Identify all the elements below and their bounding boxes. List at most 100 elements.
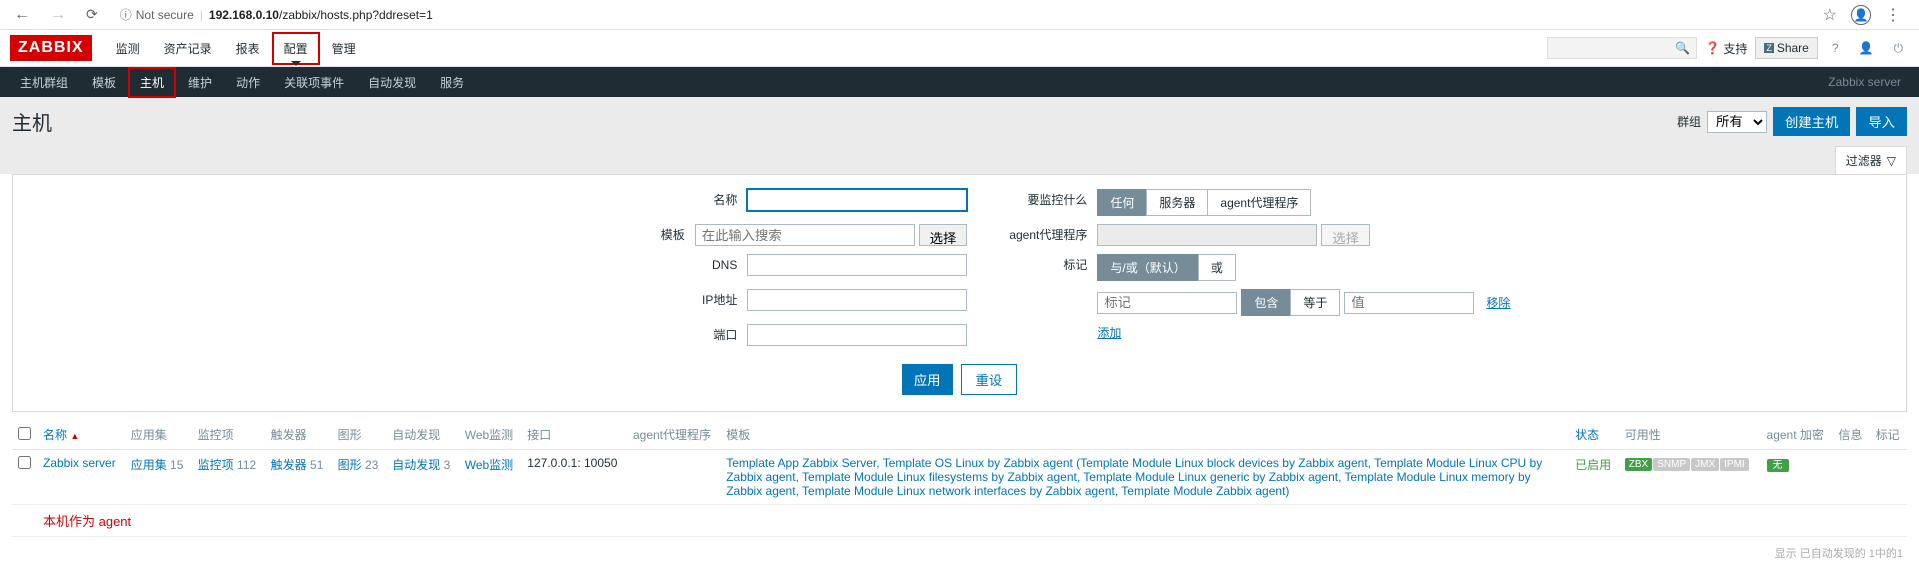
user-icon[interactable]: 👤 xyxy=(1853,41,1880,55)
monitor-any[interactable]: 任何 xyxy=(1097,189,1147,216)
group-label: 群组 xyxy=(1677,113,1701,130)
bookmark-icon[interactable]: ☆ xyxy=(1823,5,1837,25)
tags-segmented: 与/或（默认） 或 xyxy=(1097,254,1235,281)
hosts-table-wrap: 名称 ▲ 应用集 监控项 触发器 图形 自动发现 Web监测 接口 agent代… xyxy=(12,420,1907,537)
avail-ipmi-badge: IPMI xyxy=(1720,458,1749,471)
tag-equals[interactable]: 等于 xyxy=(1290,289,1340,316)
col-graphs: 图形 xyxy=(332,420,387,450)
import-button[interactable]: 导入 xyxy=(1856,107,1907,136)
port-input[interactable] xyxy=(747,324,967,346)
table-row: Zabbix server 应用集 15 监控项 112 触发器 51 图形 2… xyxy=(12,450,1907,505)
proxy-cell xyxy=(627,450,720,505)
templates-cell[interactable]: Template App Zabbix Server, Template OS … xyxy=(726,456,1542,498)
monitor-server[interactable]: 服务器 xyxy=(1146,189,1208,216)
graphs-link[interactable]: 图形 xyxy=(338,458,362,472)
page-title: 主机 xyxy=(12,107,52,136)
nav-reports[interactable]: 报表 xyxy=(224,32,272,65)
nav-configuration[interactable]: 配置 xyxy=(272,32,320,65)
col-status[interactable]: 状态 xyxy=(1569,420,1619,450)
name-label: 名称 xyxy=(687,189,747,211)
subnav-discovery[interactable]: 自动发现 xyxy=(356,67,428,98)
avail-jmx-badge: JMX xyxy=(1691,458,1719,471)
forward-icon[interactable]: → xyxy=(44,6,72,24)
row-checkbox[interactable] xyxy=(18,456,31,469)
web-link[interactable]: Web监测 xyxy=(465,458,513,472)
top-header: ZABBIX 监测 资产记录 报表 配置 管理 🔍 ❓ 支持 ZShare ? … xyxy=(0,30,1919,67)
col-interface: 接口 xyxy=(521,420,627,450)
subnav-maintenance[interactable]: 维护 xyxy=(176,67,224,98)
tag-op-segmented: 包含 等于 xyxy=(1241,289,1340,316)
filter-tab-row: 过滤器 ▽ xyxy=(0,146,1919,174)
global-search[interactable]: 🔍 xyxy=(1547,37,1697,59)
monitor-label: 要监控什么 xyxy=(997,189,1097,211)
tags-andor[interactable]: 与/或（默认） xyxy=(1097,254,1198,281)
apply-button[interactable]: 应用 xyxy=(902,364,953,395)
subnav-hostgroups[interactable]: 主机群组 xyxy=(8,67,80,98)
template-input[interactable] xyxy=(695,224,915,246)
subnav-correlation[interactable]: 关联项事件 xyxy=(272,67,356,98)
profile-icon[interactable]: 👤 xyxy=(1851,5,1871,25)
ip-input[interactable] xyxy=(747,289,967,311)
subnav-services[interactable]: 服务 xyxy=(428,67,476,98)
select-all-checkbox[interactable] xyxy=(18,427,31,440)
sort-asc-icon: ▲ xyxy=(70,431,79,441)
logout-icon[interactable]: ⏻ xyxy=(1888,41,1910,56)
items-link[interactable]: 监控项 xyxy=(198,458,234,472)
search-icon: 🔍 xyxy=(1675,41,1690,55)
discovery-link[interactable]: 自动发现 xyxy=(392,458,440,472)
col-agent-enc: agent 加密 xyxy=(1761,420,1833,450)
interface-cell: 127.0.0.1: 10050 xyxy=(521,450,627,505)
tag-add-link[interactable]: 添加 xyxy=(1097,324,1121,341)
proxy-select-button: 选择 xyxy=(1321,224,1370,246)
browser-bar: ← → ⟳ ⓘ Not secure | 192.168.0.10/zabbix… xyxy=(0,0,1919,30)
nav-monitoring[interactable]: 监测 xyxy=(104,32,152,65)
col-availability: 可用性 xyxy=(1619,420,1761,450)
support-link[interactable]: ❓ 支持 xyxy=(1705,40,1747,57)
host-name-link[interactable]: Zabbix server xyxy=(43,456,116,470)
filter-tab[interactable]: 过滤器 ▽ xyxy=(1835,146,1907,174)
col-tags: 标记 xyxy=(1870,420,1907,450)
logo[interactable]: ZABBIX xyxy=(10,35,92,61)
url-bar[interactable]: ⓘ Not secure | 192.168.0.10/zabbix/hosts… xyxy=(112,6,1815,23)
tags-or[interactable]: 或 xyxy=(1198,254,1236,281)
status-link[interactable]: 已启用 xyxy=(1575,458,1611,472)
col-apps: 应用集 xyxy=(125,420,192,450)
tag-remove-link[interactable]: 移除 xyxy=(1486,294,1510,311)
reload-icon[interactable]: ⟳ xyxy=(80,6,104,23)
tag-contains[interactable]: 包含 xyxy=(1241,289,1291,316)
avail-snmp-badge: SNMP xyxy=(1653,458,1690,471)
browser-menu-icon[interactable]: ⋮ xyxy=(1885,5,1901,25)
help-icon[interactable]: ? xyxy=(1826,41,1845,55)
back-icon[interactable]: ← xyxy=(8,6,36,24)
tag-value-input[interactable] xyxy=(1344,292,1474,314)
availability-cell: ZBXSNMPJMXIPMI xyxy=(1619,450,1761,505)
col-web: Web监测 xyxy=(459,420,522,450)
page-bar: 主机 群组 所有 创建主机 导入 xyxy=(0,97,1919,146)
subnav-hosts[interactable]: 主机 xyxy=(128,67,176,98)
subnav-server-label: Zabbix server xyxy=(1828,75,1911,89)
apps-link[interactable]: 应用集 xyxy=(131,458,167,472)
encryption-badge: 无 xyxy=(1767,459,1789,472)
group-select[interactable]: 所有 xyxy=(1707,111,1767,133)
monitor-segmented: 任何 服务器 agent代理程序 xyxy=(1097,189,1311,216)
tag-name-input[interactable] xyxy=(1097,292,1237,314)
share-button[interactable]: ZShare xyxy=(1755,37,1818,59)
nav-administration[interactable]: 管理 xyxy=(320,32,368,65)
col-items: 监控项 xyxy=(192,420,265,450)
nav-inventory[interactable]: 资产记录 xyxy=(152,32,224,65)
template-select-button[interactable]: 选择 xyxy=(919,224,968,246)
subnav-actions[interactable]: 动作 xyxy=(224,67,272,98)
reset-button[interactable]: 重设 xyxy=(961,364,1018,395)
info-cell xyxy=(1832,450,1869,505)
tags-label: 标记 xyxy=(997,254,1097,276)
col-name[interactable]: 名称 ▲ xyxy=(37,420,125,450)
proxy-label: agent代理程序 xyxy=(997,224,1097,246)
name-input[interactable] xyxy=(747,189,967,211)
monitor-proxy[interactable]: agent代理程序 xyxy=(1207,189,1311,216)
triggers-link[interactable]: 触发器 xyxy=(271,458,307,472)
filter-body: 名称 要监控什么 任何 服务器 agent代理程序 模板 选择 agent代理程… xyxy=(12,174,1907,412)
dns-input[interactable] xyxy=(747,254,967,276)
col-triggers: 触发器 xyxy=(265,420,332,450)
subnav-templates[interactable]: 模板 xyxy=(80,67,128,98)
create-host-button[interactable]: 创建主机 xyxy=(1773,107,1850,136)
